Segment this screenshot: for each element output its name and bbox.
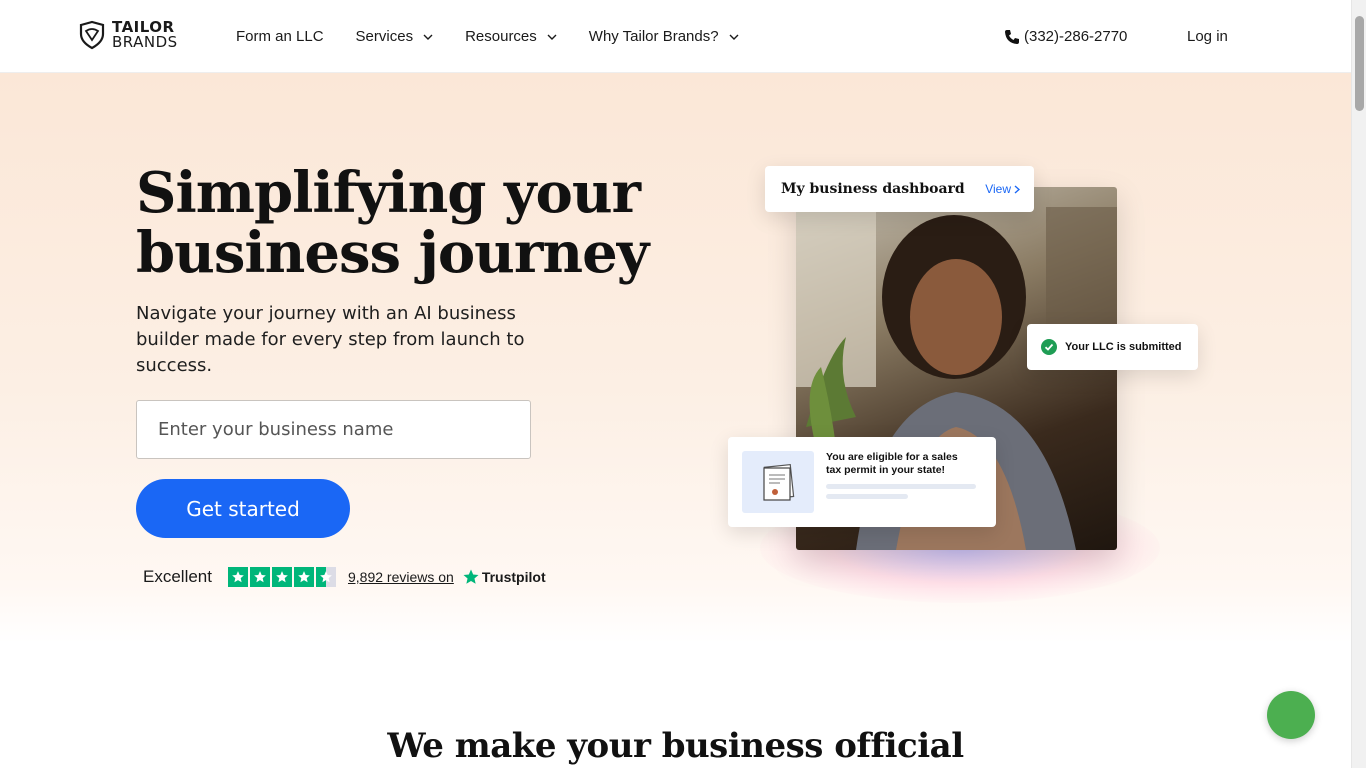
trust-rating-word: Excellent [143, 567, 212, 586]
nav-label: Resources [465, 28, 537, 45]
half-star-icon [315, 567, 336, 587]
main-nav: Form an LLC Services Resources Why Tailo… [236, 28, 771, 45]
scrollbar-thumb[interactable] [1355, 16, 1364, 111]
nav-why-tailor-brands[interactable]: Why Tailor Brands? [589, 28, 739, 45]
star-icon [249, 567, 270, 587]
dashboard-card: My business dashboard View [765, 166, 1034, 212]
nav-label: Why Tailor Brands? [588, 28, 719, 45]
logo[interactable]: TAILOR BRANDS [78, 20, 178, 50]
hero-section: Simplifying your business journey Naviga… [0, 73, 1351, 643]
trustpilot-logo: Trustpilot [462, 568, 546, 586]
login-link[interactable]: Log in [1187, 28, 1228, 45]
get-started-button[interactable]: Get started [136, 479, 350, 538]
chevron-right-icon [1014, 184, 1020, 194]
tax-permit-card: You are eligible for a sales tax permit … [728, 437, 996, 527]
view-label: View [985, 182, 1011, 196]
site-header: TAILOR BRANDS Form an LLC Services Resou… [0, 0, 1351, 73]
nav-services[interactable]: Services [356, 28, 434, 45]
phone-link[interactable]: (332)-286-2770 [1004, 28, 1127, 45]
nav-resources[interactable]: Resources [465, 28, 557, 45]
hero-title: Simplifying your business journey [136, 160, 649, 286]
logo-line-2: BRANDS [112, 33, 178, 51]
nav-label: Services [355, 28, 414, 45]
llc-status-card: Your LLC is submitted [1027, 324, 1198, 370]
chevron-down-icon [729, 34, 739, 40]
chat-widget-button[interactable] [1267, 691, 1315, 739]
certificate-icon [742, 451, 814, 513]
page-scrollbar[interactable] [1351, 0, 1366, 768]
phone-icon [1005, 29, 1019, 44]
star-icon [271, 567, 292, 587]
check-circle-icon [1041, 339, 1057, 355]
nav-form-llc[interactable]: Form an LLC [236, 28, 324, 45]
tax-permit-text: You are eligible for a sales tax permit … [826, 451, 958, 476]
rating-stars [227, 567, 336, 587]
trustpilot-star-icon [463, 569, 479, 584]
trustpilot-widget[interactable]: Excellent 9,892 reviews on Trustpilot [143, 567, 546, 587]
phone-number: (332)-286-2770 [1024, 28, 1128, 45]
dashboard-card-title: My business dashboard [781, 181, 965, 197]
logo-wordmark: TAILOR BRANDS [112, 20, 178, 50]
dashboard-view-link[interactable]: View [985, 182, 1020, 196]
trustpilot-wordmark: Trustpilot [481, 569, 546, 585]
nav-label: Form an LLC [236, 28, 324, 45]
placeholder-line [826, 494, 908, 499]
section-title: We make your business official [387, 726, 964, 766]
reviews-count-link[interactable]: 9,892 reviews on [348, 569, 454, 585]
chevron-down-icon [423, 34, 433, 40]
star-icon [227, 567, 248, 587]
llc-status-text: Your LLC is submitted [1065, 341, 1182, 353]
star-icon [293, 567, 314, 587]
business-name-input[interactable] [136, 400, 531, 459]
placeholder-line [826, 484, 976, 489]
tailor-brands-logo-icon [79, 20, 105, 50]
hero-subtitle: Navigate your journey with an AI busines… [136, 303, 525, 376]
chevron-down-icon [547, 34, 557, 40]
